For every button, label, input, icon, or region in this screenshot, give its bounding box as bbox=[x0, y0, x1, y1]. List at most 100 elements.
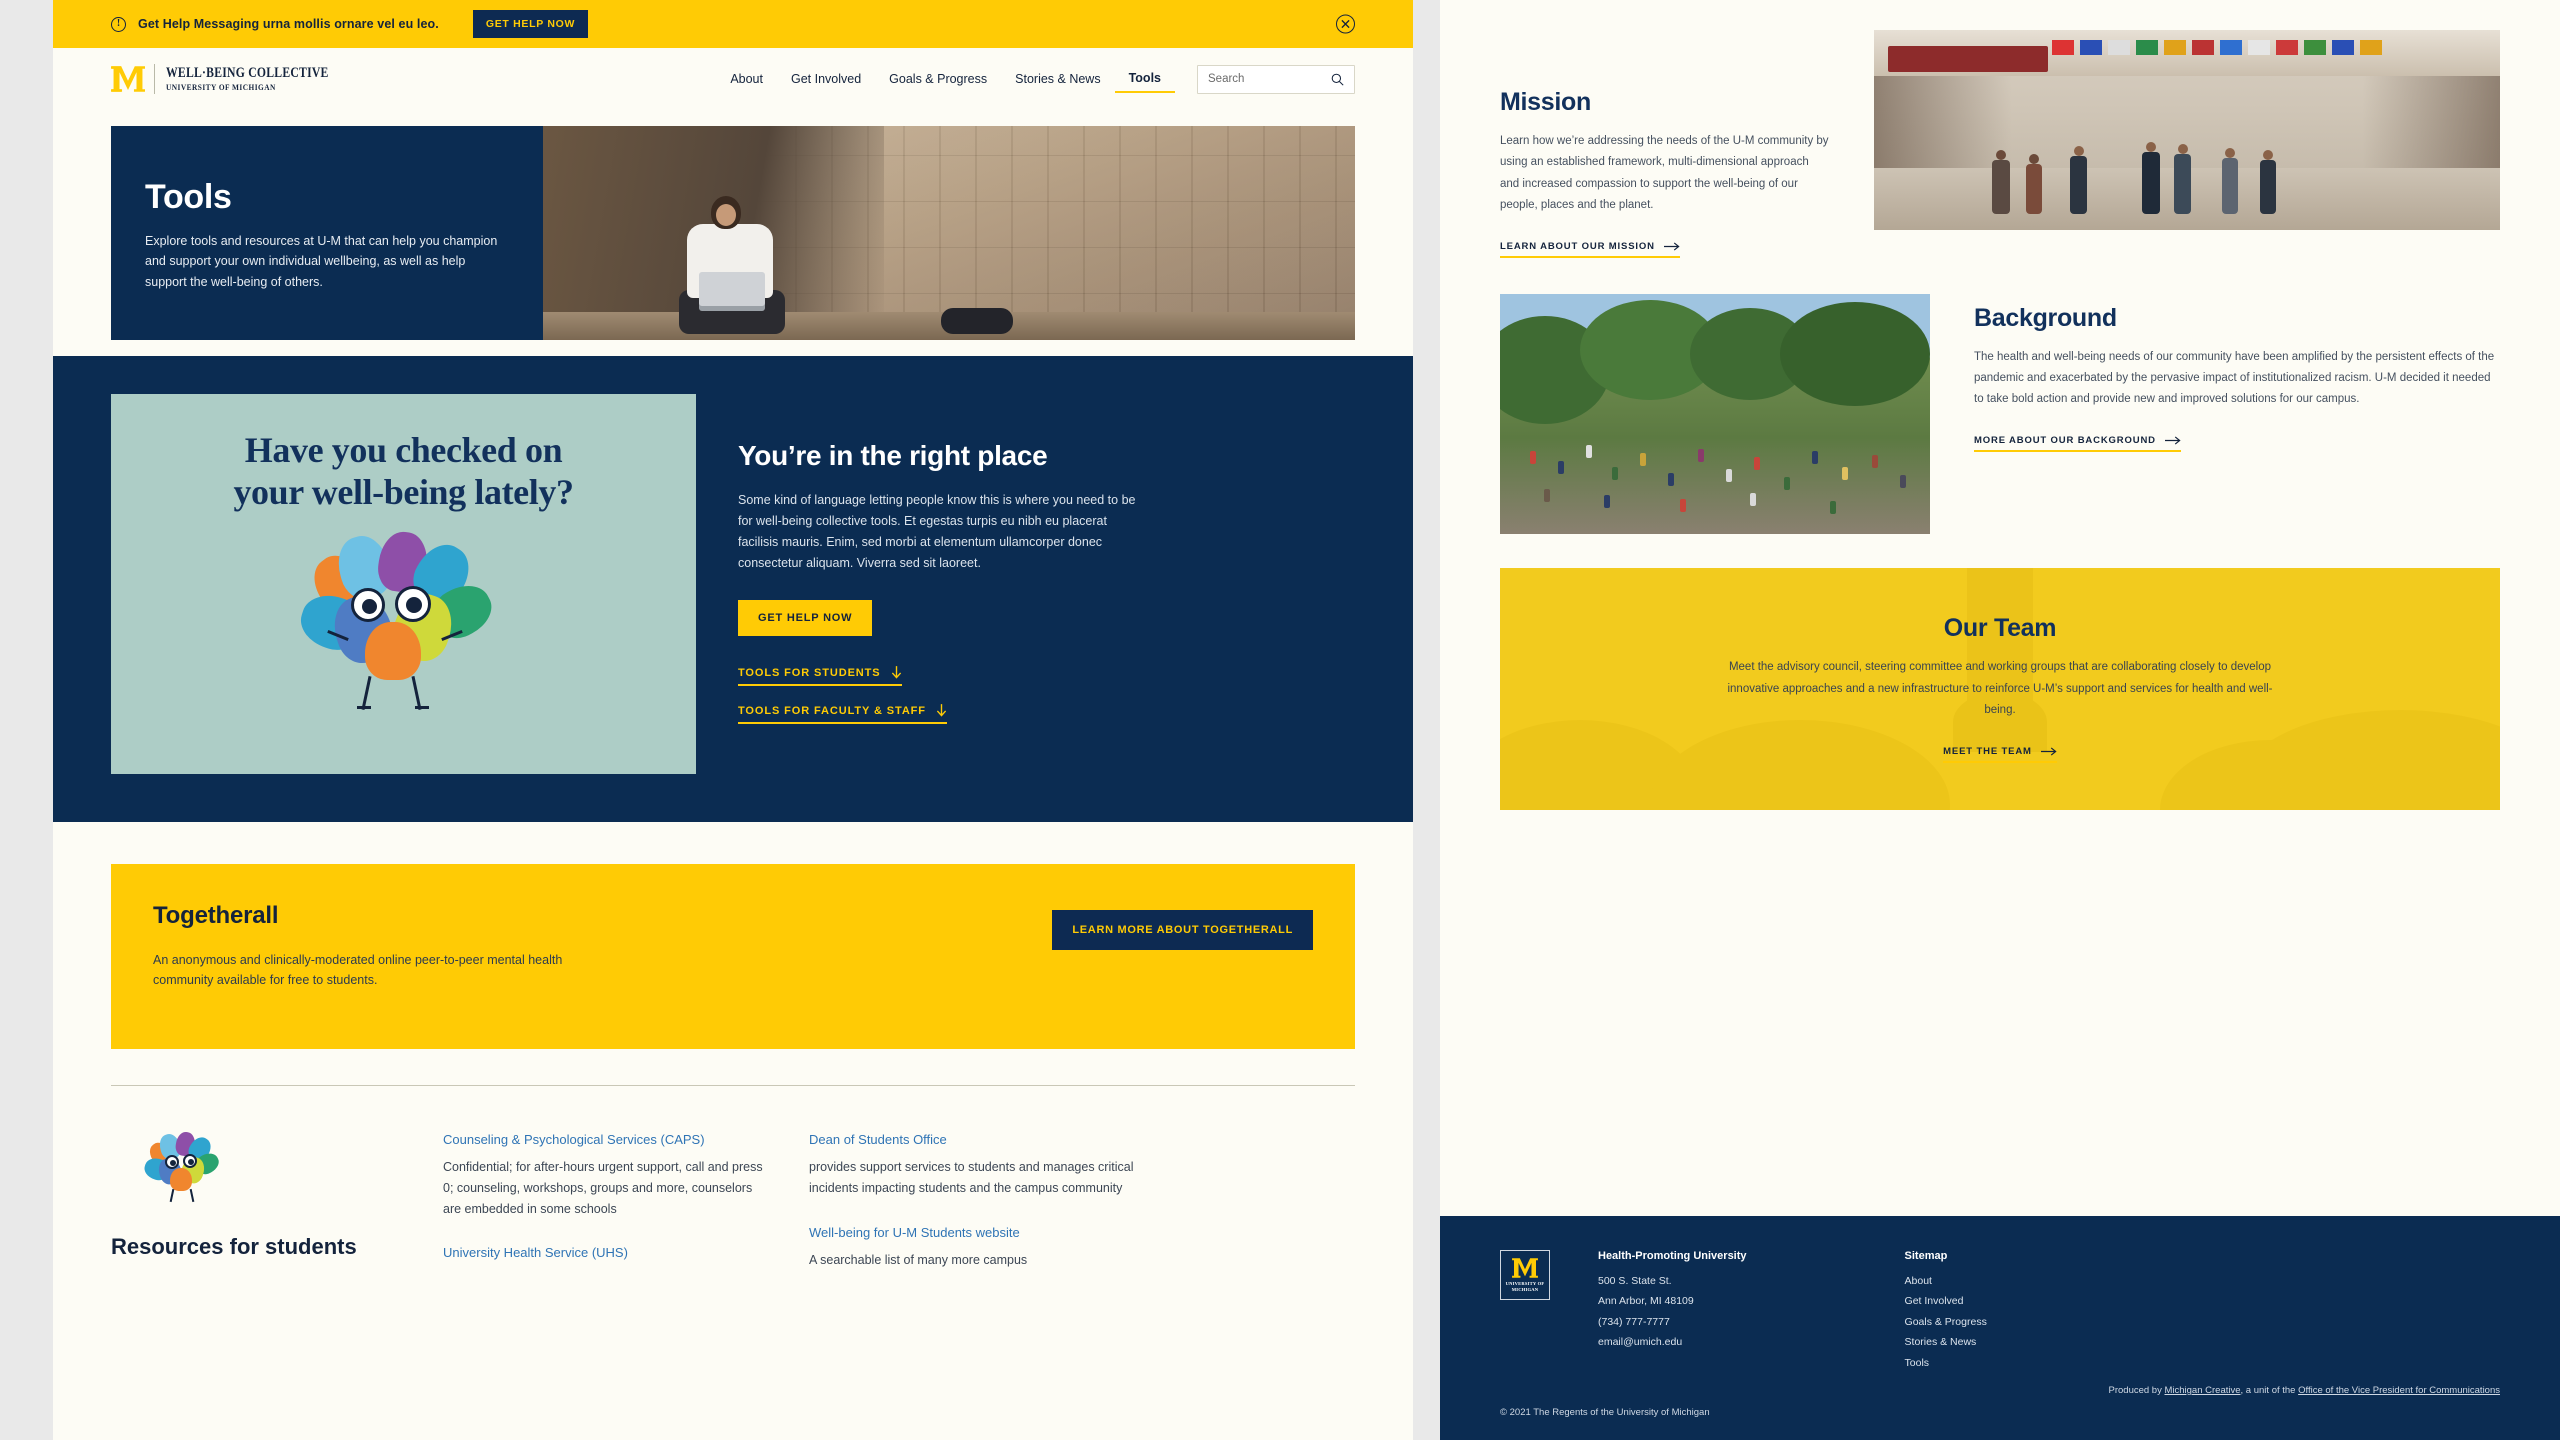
togetherall-wrapper: Togetherall An anonymous and clinically-… bbox=[53, 822, 1413, 1049]
resources-column-1: Counseling & Psychological Services (CAP… bbox=[443, 1132, 773, 1296]
tools-for-faculty-staff-label: TOOLS FOR FACULTY & STAFF bbox=[738, 704, 926, 717]
background-title: Background bbox=[1974, 303, 2117, 332]
leaf-mascot-illustration bbox=[293, 528, 509, 720]
background-text-block: Background The health and well-being nee… bbox=[1974, 294, 2500, 452]
background-description: The health and well-being needs of our c… bbox=[1974, 350, 2495, 406]
block-m-icon bbox=[1512, 1257, 1538, 1279]
our-team-title: Our Team bbox=[1943, 614, 2057, 643]
togetherall-card: Togetherall An anonymous and clinically-… bbox=[111, 864, 1355, 1049]
tools-for-faculty-staff-link[interactable]: TOOLS FOR FACULTY & STAFF bbox=[738, 704, 947, 724]
our-team-section: Our Team Meet the advisory council, stee… bbox=[1500, 567, 2500, 810]
nav-item-goals-progress[interactable]: Goals & Progress bbox=[875, 66, 1001, 92]
resource-link-wellbeing-students[interactable]: Well-being for U-M Students website bbox=[809, 1225, 1139, 1240]
site-logo[interactable]: WELL·BEING COLLECTIVE UNIVERSITY OF MICH… bbox=[111, 64, 374, 94]
footer-link-about[interactable]: About bbox=[1905, 1271, 1987, 1291]
search-icon[interactable] bbox=[1331, 73, 1344, 86]
footer-link-stories-news[interactable]: Stories & News bbox=[1905, 1332, 1987, 1352]
footer-produced-by: Produced by Michigan Creative, a unit of… bbox=[2109, 1385, 2501, 1396]
student-with-laptop-photo bbox=[543, 126, 1355, 340]
resource-link-uhs[interactable]: University Health Service (UHS) bbox=[443, 1245, 773, 1260]
background-section: Background The health and well-being nee… bbox=[1500, 293, 2500, 534]
search-input[interactable] bbox=[1208, 73, 1331, 85]
togetherall-title: Togetherall bbox=[153, 902, 279, 929]
right-panel-content: Mission Learn how we’re addressing the n… bbox=[1440, 0, 2560, 810]
footer-link-goals-progress[interactable]: Goals & Progress bbox=[1905, 1312, 1987, 1332]
resources-heading: Resources for students bbox=[111, 1234, 357, 1259]
resources-heading-block: Resources for students bbox=[111, 1130, 407, 1296]
mission-title: Mission bbox=[1500, 88, 1591, 116]
brand-wordmark: WELL·BEING COLLECTIVE UNIVERSITY OF MICH… bbox=[166, 64, 374, 93]
togetherall-text: Togetherall An anonymous and clinically-… bbox=[153, 902, 573, 991]
arrow-right-icon bbox=[2040, 747, 2057, 756]
our-team-content: Our Team Meet the advisory council, stee… bbox=[1720, 614, 2280, 763]
promo-headline-line1: Have you checked on bbox=[244, 430, 563, 470]
get-help-now-banner-button[interactable]: GET HELP NOW bbox=[472, 10, 589, 38]
nav-item-stories-news[interactable]: Stories & News bbox=[1001, 66, 1114, 92]
togetherall-description: An anonymous and clinically-moderated on… bbox=[153, 953, 563, 988]
alert-banner-content: ! Get Help Messaging urna mollis ornare … bbox=[111, 10, 589, 38]
mission-description: Learn how we’re addressing the needs of … bbox=[1500, 135, 1829, 212]
footer-copyright: © 2021 The Regents of the University of … bbox=[1500, 1407, 1710, 1419]
produced-prefix: Produced by bbox=[2108, 1385, 2165, 1396]
tools-hero-card: Tools Explore tools and resources at U-M… bbox=[111, 126, 543, 340]
produced-mid: , a unit of the bbox=[2240, 1385, 2299, 1396]
our-team-description: Meet the advisory council, steering comm… bbox=[1727, 661, 2273, 717]
resource-item: University Health Service (UHS) bbox=[443, 1245, 773, 1260]
mission-section: Mission Learn how we’re addressing the n… bbox=[1500, 30, 2500, 258]
michigan-creative-link[interactable]: Michigan Creative bbox=[2164, 1385, 2240, 1396]
footer-email[interactable]: email@umich.edu bbox=[1598, 1332, 1747, 1352]
promo-headline: Have you checked on your well-being late… bbox=[233, 430, 574, 514]
alert-message: Get Help Messaging urna mollis ornare ve… bbox=[138, 17, 439, 31]
footer-phone[interactable]: (734) 777-7777 bbox=[1598, 1312, 1747, 1332]
campus-outdoor-gathering-photo bbox=[1500, 293, 1930, 534]
arrow-down-icon bbox=[936, 704, 947, 717]
arrow-right-icon bbox=[2164, 436, 2181, 445]
international-flags-corridor-photo bbox=[1874, 30, 2500, 230]
more-about-background-link[interactable]: MORE ABOUT OUR BACKGROUND bbox=[1974, 435, 2181, 452]
footer-top-row: UNIVERSITY OF MICHIGAN Health-Promoting … bbox=[1500, 1250, 2500, 1373]
wellbeing-promo-card: Have you checked on your well-being late… bbox=[111, 394, 696, 774]
footer-address-block: Health-Promoting University 500 S. State… bbox=[1598, 1250, 1747, 1373]
brand-title: WELL·BEING COLLECTIVE bbox=[166, 64, 329, 81]
site-header: WELL·BEING COLLECTIVE UNIVERSITY OF MICH… bbox=[53, 48, 1413, 110]
footer-link-tools[interactable]: Tools bbox=[1905, 1353, 1987, 1373]
footer-logo-line1: UNIVERSITY OF bbox=[1505, 1281, 1545, 1287]
learn-more-togetherall-button[interactable]: LEARN MORE ABOUT TOGETHERALL bbox=[1052, 910, 1313, 950]
right-place-title: You’re in the right place bbox=[738, 440, 1048, 471]
leaf-mascot-small-illustration bbox=[141, 1130, 223, 1204]
right-browser-panel: Mission Learn how we’re addressing the n… bbox=[1440, 0, 2560, 1440]
footer-um-logo: UNIVERSITY OF MICHIGAN bbox=[1500, 1250, 1550, 1300]
footer-logo-subtitle: UNIVERSITY OF MICHIGAN bbox=[1506, 1281, 1545, 1292]
tools-for-students-link[interactable]: TOOLS FOR STUDENTS bbox=[738, 666, 902, 686]
ovpc-link[interactable]: Office of the Vice President for Communi… bbox=[2298, 1385, 2500, 1396]
resource-item: Dean of Students Office provides support… bbox=[809, 1132, 1139, 1199]
meet-the-team-label: MEET THE TEAM bbox=[1943, 745, 2032, 757]
search-box[interactable] bbox=[1197, 64, 1355, 94]
brand-subtitle: UNIVERSITY OF MICHIGAN bbox=[166, 83, 276, 93]
footer-sitemap-block: Sitemap About Get Involved Goals & Progr… bbox=[1905, 1250, 1987, 1373]
close-circle-icon[interactable] bbox=[1336, 14, 1355, 34]
tools-for-students-label: TOOLS FOR STUDENTS bbox=[738, 666, 881, 679]
main-navigation: About Get Involved Goals & Progress Stor… bbox=[716, 64, 1355, 94]
more-about-background-label: MORE ABOUT OUR BACKGROUND bbox=[1974, 434, 2156, 446]
arrow-down-icon bbox=[891, 666, 902, 679]
resource-body: provides support services to students an… bbox=[809, 1160, 1134, 1195]
get-help-now-button[interactable]: GET HELP NOW bbox=[738, 600, 873, 636]
meet-the-team-link[interactable]: MEET THE TEAM bbox=[1943, 746, 2057, 763]
learn-about-mission-link[interactable]: LEARN ABOUT OUR MISSION bbox=[1500, 241, 1680, 258]
resource-link-caps[interactable]: Counseling & Psychological Services (CAP… bbox=[443, 1132, 773, 1147]
right-place-description: Some kind of language letting people kno… bbox=[738, 493, 1136, 570]
footer-address-line1: 500 S. State St. bbox=[1598, 1275, 1672, 1287]
nav-item-get-involved[interactable]: Get Involved bbox=[777, 66, 875, 92]
nav-item-tools[interactable]: Tools bbox=[1114, 65, 1175, 93]
resource-item: Counseling & Psychological Services (CAP… bbox=[443, 1132, 773, 1219]
resource-link-dean-of-students[interactable]: Dean of Students Office bbox=[809, 1132, 1139, 1147]
nav-item-about[interactable]: About bbox=[716, 66, 777, 92]
logo-divider bbox=[154, 64, 155, 94]
resource-body: A searchable list of many more campus bbox=[809, 1252, 1028, 1267]
footer-link-get-involved[interactable]: Get Involved bbox=[1905, 1291, 1987, 1311]
site-footer: UNIVERSITY OF MICHIGAN Health-Promoting … bbox=[1440, 1216, 2560, 1440]
footer-address-title: Health-Promoting University bbox=[1598, 1250, 1747, 1262]
resource-body: Confidential; for after-hours urgent sup… bbox=[443, 1160, 763, 1216]
resources-section: Resources for students Counseling & Psyc… bbox=[53, 1086, 1413, 1296]
